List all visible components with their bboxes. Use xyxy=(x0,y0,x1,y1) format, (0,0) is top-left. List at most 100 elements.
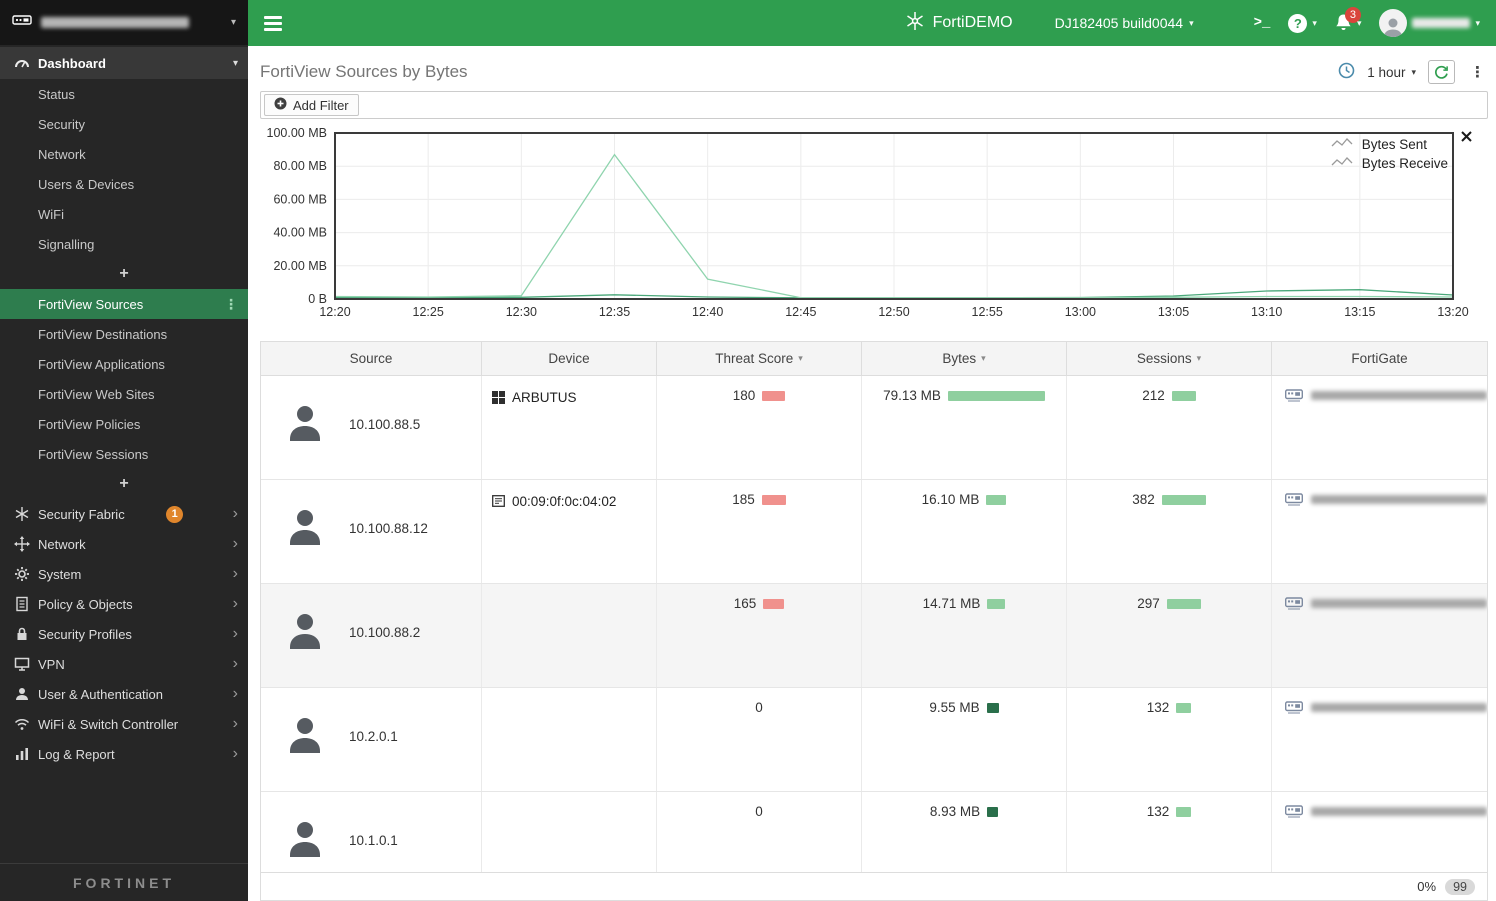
threat-score-value: 180 xyxy=(732,388,756,403)
notification-badge: 1 xyxy=(166,505,184,523)
sidebar-item-fortiview-sessions[interactable]: FortiView Sessions xyxy=(0,439,248,469)
sidebar-item-fortiview-policies[interactable]: FortiView Policies xyxy=(0,409,248,439)
bytes-bar xyxy=(986,495,1007,505)
sidebar-item-fortiview-applications[interactable]: FortiView Applications xyxy=(0,349,248,379)
cli-console-button[interactable]: >_ xyxy=(1254,15,1271,31)
sidebar-group-network[interactable]: Network › xyxy=(0,529,248,559)
legend-item[interactable]: Bytes Sent xyxy=(1331,135,1448,154)
sidebar-group-security-profiles[interactable]: Security Profiles › xyxy=(0,619,248,649)
source-cell[interactable]: 10.1.0.1 xyxy=(261,792,482,872)
device-cell[interactable] xyxy=(482,584,657,687)
device-cell[interactable]: 00:09:0f:0c:04:02 xyxy=(482,480,657,583)
sidebar-item-wifi[interactable]: WiFi xyxy=(0,199,248,229)
column-header-bytes[interactable]: Bytes ▾ xyxy=(862,342,1067,375)
sidebar-item-fortiview-web-sites[interactable]: FortiView Web Sites xyxy=(0,379,248,409)
bytes-value: 16.10 MB xyxy=(921,492,980,507)
column-header-sessions[interactable]: Sessions ▾ xyxy=(1067,342,1272,375)
bytes-value: 79.13 MB xyxy=(883,388,941,403)
notifications-menu[interactable]: 3 ▾ xyxy=(1335,6,1362,34)
sidebar-group-wifi-switch-controller[interactable]: WiFi & Switch Controller › xyxy=(0,709,248,739)
threat-score-bar xyxy=(761,495,786,505)
table-row[interactable]: 10.100.88.2 165 14.71 MB 297 xyxy=(261,584,1487,688)
time-range-value: 1 hour xyxy=(1367,64,1406,80)
user-avatar-icon xyxy=(287,403,323,446)
sidebar-group-security-fabric[interactable]: Security Fabric 1 › xyxy=(0,499,248,529)
threat-score-value: 0 xyxy=(755,700,763,715)
sidebar-item-fortiview-destinations[interactable]: FortiView Destinations xyxy=(0,319,248,349)
table-row[interactable]: 10.100.88.12 00:09:0f:0c:04:02 185 16.10… xyxy=(261,480,1487,584)
sidebar-item-label: FortiView Destinations xyxy=(38,326,168,342)
source-cell[interactable]: 10.2.0.1 xyxy=(261,688,482,791)
legend-item[interactable]: Bytes Receive xyxy=(1331,154,1448,173)
device-cell[interactable]: ARBUTUS xyxy=(482,376,657,479)
sessions-cell: 297 xyxy=(1067,584,1272,687)
sessions-bar xyxy=(1166,599,1201,609)
source-cell[interactable]: 10.100.88.2 xyxy=(261,584,482,687)
threat-score-value: 0 xyxy=(755,804,763,819)
sidebar-group-policy-objects[interactable]: Policy & Objects › xyxy=(0,589,248,619)
sidebar-group-system[interactable]: System › xyxy=(0,559,248,589)
refresh-button[interactable] xyxy=(1428,60,1455,84)
bytes-cell: 16.10 MB xyxy=(862,480,1067,583)
chevron-down-icon: ▾ xyxy=(232,57,238,69)
bytes-cell: 9.55 MB xyxy=(862,688,1067,791)
sidebar-group-log-report[interactable]: Log & Report › xyxy=(0,739,248,769)
column-header-device[interactable]: Device xyxy=(482,342,657,375)
load-percent: 0% xyxy=(1417,879,1437,894)
chevron-down-icon: ▾ xyxy=(1312,17,1317,28)
add-dashboard-button[interactable]: + xyxy=(0,259,248,289)
bytes-value: 14.71 MB xyxy=(922,596,981,611)
table-row[interactable]: 10.1.0.1 0 8.93 MB 132 xyxy=(261,792,1487,872)
add-fortiview-button[interactable]: + xyxy=(0,469,248,499)
time-period-icon xyxy=(1338,62,1355,82)
sessions-bar xyxy=(1161,495,1206,505)
hamburger-menu-icon[interactable] xyxy=(264,15,282,31)
user-menu[interactable]: ▾ xyxy=(1379,9,1480,37)
add-filter-button[interactable]: Add Filter xyxy=(264,94,359,116)
column-label: Source xyxy=(349,351,393,366)
column-header-fortigate[interactable]: FortiGate xyxy=(1272,342,1487,375)
sidebar-item-security[interactable]: Security xyxy=(0,109,248,139)
sidebar-item-fortiview-sources[interactable]: FortiView Sources ⋮ xyxy=(0,289,248,319)
sidebar-item-dashboard[interactable]: Dashboard ▾ xyxy=(0,47,248,79)
item-menu-icon[interactable]: ⋮ xyxy=(224,296,238,313)
time-range-dropdown[interactable]: 1 hour ▾ xyxy=(1367,65,1416,80)
fortigate-name-redacted xyxy=(1311,495,1487,504)
sidebar-item-signalling[interactable]: Signalling xyxy=(0,229,248,259)
sidebar-group-label: VPN xyxy=(38,656,65,672)
sidebar-group-user-authentication[interactable]: User & Authentication › xyxy=(0,679,248,709)
table-row[interactable]: 10.100.88.5 ARBUTUS 180 79.13 MB 212 xyxy=(261,376,1487,480)
sidebar-item-status[interactable]: Status xyxy=(0,79,248,109)
help-menu[interactable]: ? ▾ xyxy=(1288,13,1317,33)
column-header-threat-score[interactable]: Threat Score ▾ xyxy=(657,342,862,375)
source-cell[interactable]: 10.100.88.5 xyxy=(261,376,482,479)
filter-bar[interactable]: Add Filter xyxy=(260,91,1488,119)
sidebar-item-users-devices[interactable]: Users & Devices xyxy=(0,169,248,199)
build-selector[interactable]: DJ182405 build0044 ▾ xyxy=(1055,15,1194,31)
sidebar-item-label: FortiView Sessions xyxy=(38,446,149,462)
legend-label: Bytes Receive xyxy=(1361,156,1448,171)
svg-text:13:05: 13:05 xyxy=(1158,305,1189,319)
device-cell[interactable] xyxy=(482,688,657,791)
sidebar-item-network[interactable]: Network xyxy=(0,139,248,169)
sidebar-group-vpn[interactable]: VPN › xyxy=(0,649,248,679)
sort-caret-icon: ▾ xyxy=(981,353,986,363)
threat-score-bar xyxy=(763,599,785,609)
more-options-icon[interactable]: ⋮ xyxy=(1467,63,1488,81)
device-cell[interactable] xyxy=(482,792,657,872)
column-header-source[interactable]: Source xyxy=(261,342,482,375)
chevron-right-icon: › xyxy=(232,565,238,582)
table-row[interactable]: 10.2.0.1 0 9.55 MB 132 xyxy=(261,688,1487,792)
chevron-down-icon: ▾ xyxy=(1356,17,1362,28)
source-cell[interactable]: 10.100.88.12 xyxy=(261,480,482,583)
sort-caret-icon: ▾ xyxy=(1196,353,1202,363)
legend-label: Bytes Sent xyxy=(1361,137,1427,152)
sessions-cell: 132 xyxy=(1067,688,1272,791)
chevron-right-icon: › xyxy=(232,715,238,732)
chevron-right-icon: › xyxy=(232,535,238,552)
chart-close-icon[interactable] xyxy=(1461,130,1472,145)
sidebar: ▾ Dashboard ▾ Status Security Network Us… xyxy=(0,0,248,901)
gauge-icon xyxy=(10,55,34,71)
svg-text:0 B: 0 B xyxy=(308,292,327,306)
device-selector[interactable]: ▾ xyxy=(0,0,248,45)
